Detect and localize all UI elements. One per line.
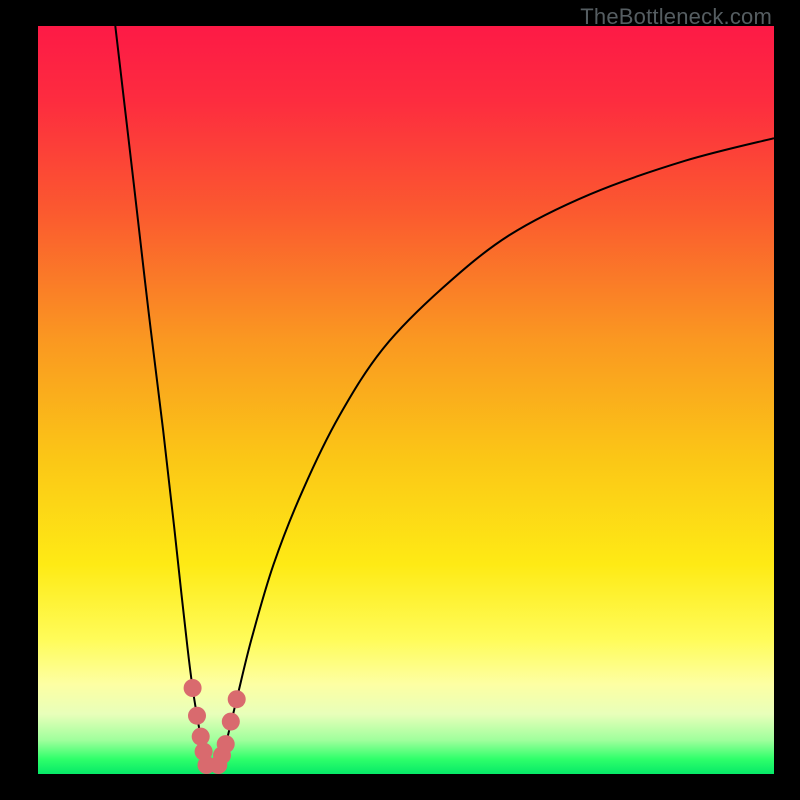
valley-dot <box>217 735 235 753</box>
outer-frame: TheBottleneck.com <box>0 0 800 800</box>
gradient-background <box>38 26 774 774</box>
plot-area <box>38 26 774 774</box>
chart-svg <box>38 26 774 774</box>
valley-dot <box>188 707 206 725</box>
valley-dot <box>192 728 210 746</box>
valley-dot <box>228 690 246 708</box>
valley-dot <box>184 679 202 697</box>
valley-dot <box>222 713 240 731</box>
